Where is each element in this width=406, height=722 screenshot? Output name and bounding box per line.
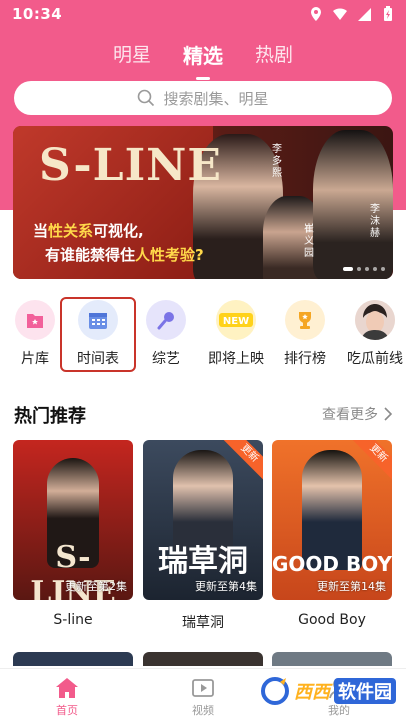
wifi-icon [333, 8, 347, 20]
status-time: 10:34 [12, 5, 63, 23]
banner-actor-name: 李沫赫 [370, 204, 380, 239]
entry-label: 片库 [21, 351, 49, 367]
search-input[interactable]: 搜索剧集、明星 [14, 81, 392, 115]
new-badge-icon: NEW [216, 300, 256, 340]
episode-badge: 更新至第2集 [65, 580, 127, 593]
trophy-icon [285, 300, 325, 340]
entry-label: 综艺 [152, 351, 180, 367]
banner-tagline-1: 当性关系可视化, [33, 222, 144, 240]
section-title: 热门推荐 [14, 406, 86, 427]
search-icon [138, 89, 155, 107]
entry-coming-soon[interactable]: NEW 即将上映 [205, 296, 267, 368]
carousel-dot [373, 267, 377, 271]
episode-badge: 更新至第14集 [317, 580, 386, 593]
bookmark-icon [15, 300, 55, 340]
drama-card-next-row[interactable] [13, 652, 133, 666]
drama-title: S-line [53, 612, 93, 628]
see-more-link[interactable]: 查看更多 [322, 404, 392, 424]
carousel-dot [357, 267, 361, 271]
avatar [355, 300, 395, 340]
tab-hot-dramas[interactable]: 热剧 [255, 34, 293, 74]
top-tabs: 明星 精选 热剧 [0, 34, 406, 80]
drama-card-next-row[interactable] [143, 652, 263, 666]
battery-icon [384, 6, 392, 21]
entry-label: 排行榜 [284, 351, 326, 367]
entry-label: 吃瓜前线 [347, 351, 403, 367]
drama-title: 瑞草洞 [182, 615, 224, 631]
watermark-icon [261, 677, 289, 705]
carousel-dot [381, 267, 385, 271]
chevron-right-icon [384, 407, 392, 421]
banner-logo: S-LINE [39, 140, 222, 191]
tab-featured[interactable]: 精选 [183, 34, 223, 80]
nav-label: 首页 [56, 704, 78, 717]
schedule-highlight-box [60, 297, 136, 372]
drama-title: Good Boy [298, 612, 366, 628]
nav-home[interactable]: 首页 [27, 677, 107, 718]
carousel-indicator [343, 267, 385, 271]
drama-card[interactable]: S-LINE 更新至第2集 S-line [13, 440, 133, 628]
drama-card[interactable]: 瑞草洞 更新 更新至第4集 瑞草洞 [143, 440, 263, 632]
home-icon [56, 678, 78, 698]
carousel-dot [365, 267, 369, 271]
entry-gossip[interactable]: 吃瓜前线 [342, 296, 406, 368]
search-placeholder: 搜索剧集、明星 [163, 89, 269, 108]
poster-title-art: GOOD BOY [272, 552, 392, 576]
status-icons [308, 6, 396, 22]
drama-poster: S-LINE 更新至第2集 [13, 440, 133, 600]
banner-actor-name: 崔义园 [304, 224, 314, 259]
status-bar: 10:34 [0, 0, 406, 28]
poster-title-art: 瑞草洞 [158, 544, 248, 579]
drama-poster: GOOD BOY 更新 更新至第14集 [272, 440, 392, 600]
signal-icon [358, 8, 371, 21]
watermark-badge: 软件园 [334, 678, 396, 704]
banner-actor-image [313, 130, 393, 279]
nav-video[interactable]: 视频 [163, 677, 243, 718]
location-icon [311, 7, 321, 21]
play-icon [192, 679, 214, 697]
watermark-logo: 西西 软件园 [260, 676, 396, 706]
entry-ranking[interactable]: 排行榜 [274, 296, 336, 368]
nav-label: 视频 [192, 704, 214, 717]
entry-library[interactable]: 片库 [4, 296, 66, 368]
svg-text:NEW: NEW [223, 316, 249, 327]
carousel-dot [343, 267, 353, 271]
microphone-icon [146, 300, 186, 340]
drama-poster: 瑞草洞 更新 更新至第4集 [143, 440, 263, 600]
watermark-text: 西西 [294, 682, 330, 703]
entry-variety[interactable]: 综艺 [135, 296, 197, 368]
banner-tagline-2: 有谁能禁得住人性考验? [45, 246, 204, 264]
banner-carousel[interactable]: S-LINE 当性关系可视化, 有谁能禁得住人性考验? 李多熙 崔义园 李沫赫 [13, 126, 393, 279]
episode-badge: 更新至第4集 [195, 580, 257, 593]
entry-label: 即将上映 [208, 351, 264, 367]
drama-card-next-row[interactable] [272, 652, 392, 666]
tab-stars[interactable]: 明星 [113, 34, 151, 74]
see-more-label: 查看更多 [322, 407, 378, 423]
drama-card[interactable]: GOOD BOY 更新 更新至第14集 Good Boy [272, 440, 392, 628]
banner-actor-name: 李多熙 [272, 144, 282, 179]
